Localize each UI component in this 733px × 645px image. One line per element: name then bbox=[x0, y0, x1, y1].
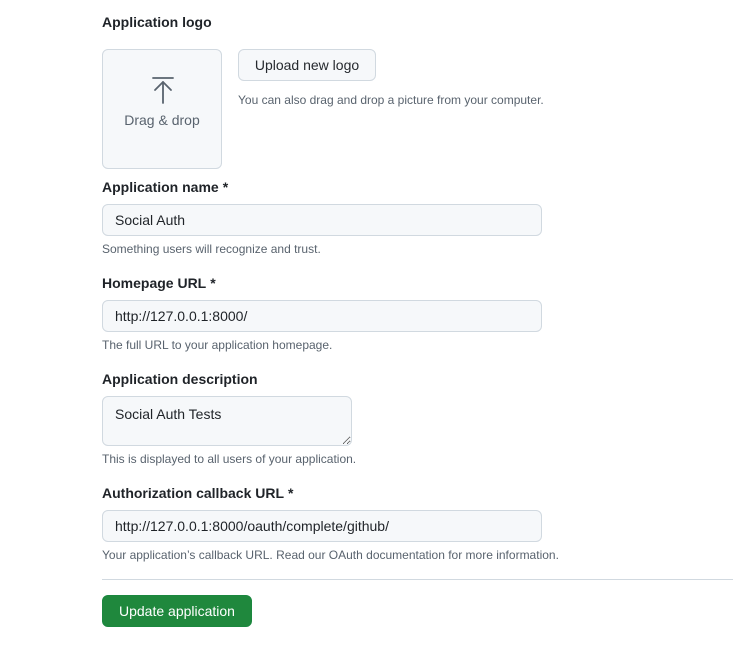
form-divider bbox=[102, 579, 733, 580]
required-marker: * bbox=[210, 275, 216, 291]
dropzone-text: Drag & drop bbox=[124, 112, 200, 128]
callback-url-label: Authorization callback URL * bbox=[102, 485, 294, 501]
homepage-url-label: Homepage URL * bbox=[102, 275, 216, 291]
update-application-button[interactable]: Update application bbox=[102, 595, 252, 627]
homepage-url-input[interactable] bbox=[102, 300, 542, 332]
application-name-label: Application name * bbox=[102, 179, 229, 195]
callback-url-input[interactable] bbox=[102, 510, 542, 542]
upload-new-logo-button[interactable]: Upload new logo bbox=[238, 49, 376, 81]
application-description-textarea[interactable]: Social Auth Tests bbox=[102, 396, 352, 446]
upload-arrow-icon bbox=[152, 77, 174, 104]
application-name-note: Something users will recognize and trust… bbox=[102, 242, 321, 256]
application-description-label: Application description bbox=[102, 371, 258, 387]
callback-url-note: Your application’s callback URL. Read ou… bbox=[102, 548, 559, 562]
application-logo-label: Application logo bbox=[102, 14, 212, 30]
application-name-input[interactable] bbox=[102, 204, 542, 236]
logo-dropzone[interactable]: Drag & drop bbox=[102, 49, 222, 169]
homepage-url-note: The full URL to your application homepag… bbox=[102, 338, 333, 352]
oauth-app-settings-form: Application logo Drag & drop Upload new … bbox=[0, 0, 733, 645]
logo-note: You can also drag and drop a picture fro… bbox=[238, 93, 544, 107]
required-marker: * bbox=[222, 179, 229, 195]
required-marker: * bbox=[288, 485, 294, 501]
application-description-note: This is displayed to all users of your a… bbox=[102, 452, 357, 466]
